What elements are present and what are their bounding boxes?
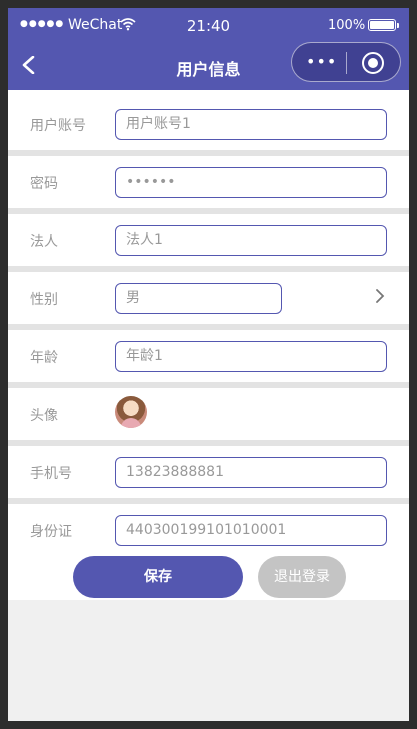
account-field[interactable]: 用户账号1 [115,109,387,140]
user-info-form: 用户账号 用户账号1 密码 •••••• 法人 法人1 性别 男 年龄 年龄1 [8,90,409,610]
phone-field[interactable]: 13823888881 [115,457,387,488]
gender-picker[interactable]: 男 [115,283,282,314]
nav-bar: 用户信息 ••• [8,42,409,90]
logout-button[interactable]: 退出登录 [258,556,346,598]
id-card-label: 身份证 [30,524,72,540]
form-row-password: 密码 •••••• [8,156,409,208]
form-row-legal-person: 法人 法人1 [8,214,409,266]
page-background [8,600,409,721]
battery-percentage: 100% [328,18,366,33]
form-row-avatar: 头像 [8,388,409,440]
id-card-field[interactable]: 440300199101010001 [115,515,387,546]
save-button[interactable]: 保存 [73,556,243,598]
status-bar: ●●●●● WeChat 21:40 100% [8,8,409,42]
capsule-divider [346,52,347,74]
battery-icon [368,19,396,31]
gender-label: 性别 [30,292,58,308]
age-label: 年龄 [30,350,58,366]
phone-screen: ●●●●● WeChat 21:40 100% 用户信息 ••• 用户账号 用户… [8,8,409,721]
action-bar: 保存 退出登录 [8,552,409,600]
avatar-label: 头像 [30,408,58,424]
legal-person-label: 法人 [30,234,58,250]
password-field[interactable]: •••••• [115,167,387,198]
close-mini-program-icon[interactable] [362,52,384,74]
form-row-age: 年龄 年龄1 [8,330,409,382]
password-label: 密码 [30,176,58,192]
form-row-phone: 手机号 13823888881 [8,446,409,498]
more-icon[interactable]: ••• [306,52,337,71]
form-row-gender[interactable]: 性别 男 [8,272,409,324]
legal-person-field[interactable]: 法人1 [115,225,387,256]
avatar[interactable] [115,396,147,428]
chevron-right-icon[interactable] [374,285,386,310]
phone-label: 手机号 [30,466,72,482]
age-field[interactable]: 年龄1 [115,341,387,372]
form-row-account: 用户账号 用户账号1 [8,98,409,150]
account-label: 用户账号 [30,118,86,134]
battery-tip [397,23,399,28]
form-row-id-card: 身份证 440300199101010001 [8,504,409,556]
mini-program-capsule: ••• [291,42,401,82]
